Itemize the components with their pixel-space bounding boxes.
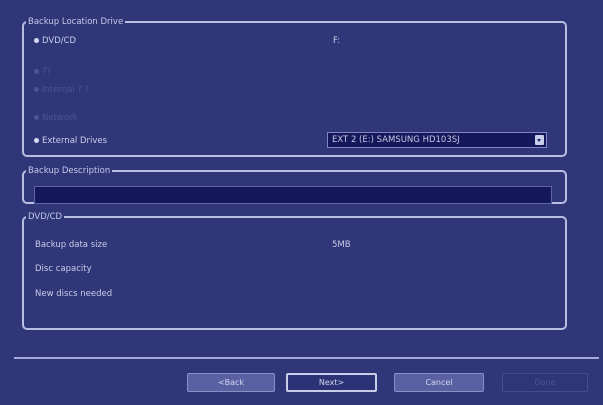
radio-external-drives-label: External Drives: [42, 136, 108, 146]
backup-location-group: Backup Location Drive DVD/CD F: ?? Inter…: [22, 17, 567, 157]
radio-icon: [34, 69, 39, 74]
radio-option-disabled-2-label: Internal ? ?: [42, 85, 90, 95]
backup-description-input[interactable]: [34, 186, 552, 204]
back-button[interactable]: <Back: [187, 373, 275, 392]
dvd-drive-letter: F:: [333, 36, 341, 46]
new-discs-needed-label: New discs needed: [35, 289, 113, 299]
dvd-cd-legend: DVD/CD: [28, 212, 63, 222]
dvd-cd-info-group: DVD/CD Backup data size 5MB Disc capacit…: [22, 212, 567, 330]
backup-description-group: Backup Description: [22, 166, 567, 204]
radio-external-drives[interactable]: External Drives: [34, 134, 107, 148]
radio-dvd-cd-label: DVD/CD: [42, 36, 77, 46]
disc-capacity-label: Disc capacity: [35, 264, 92, 274]
radio-selected-icon: [34, 38, 39, 43]
backup-description-legend: Backup Description: [28, 166, 111, 176]
external-drive-select[interactable]: EXT 2 (E:) SAMSUNG HD103SJ: [327, 132, 547, 148]
radio-icon: [34, 87, 39, 92]
radio-option-disabled-1-label: ??: [42, 67, 52, 77]
radio-option-disabled-1: ??: [34, 65, 51, 79]
radio-option-disabled-3: Network: [34, 111, 78, 125]
radio-option-disabled-2: Internal ? ?: [34, 83, 89, 97]
radio-option-disabled-3-label: Network: [42, 113, 78, 123]
external-drive-select-value: EXT 2 (E:) SAMSUNG HD103SJ: [332, 135, 460, 145]
backup-dialog: Backup Location Drive DVD/CD F: ?? Inter…: [0, 0, 603, 405]
radio-icon: [34, 115, 39, 120]
chevron-down-icon[interactable]: [535, 135, 544, 145]
backup-location-legend: Backup Location Drive: [28, 17, 124, 27]
footer-divider: [14, 357, 599, 359]
cancel-button[interactable]: Cancel: [394, 373, 484, 392]
backup-data-size-value: 5MB: [332, 240, 351, 250]
radio-icon: [34, 138, 39, 143]
radio-dvd-cd[interactable]: DVD/CD: [34, 34, 76, 48]
next-button[interactable]: Next>: [286, 373, 377, 392]
backup-data-size-label: Backup data size: [35, 240, 108, 250]
done-button: Done: [502, 373, 588, 392]
